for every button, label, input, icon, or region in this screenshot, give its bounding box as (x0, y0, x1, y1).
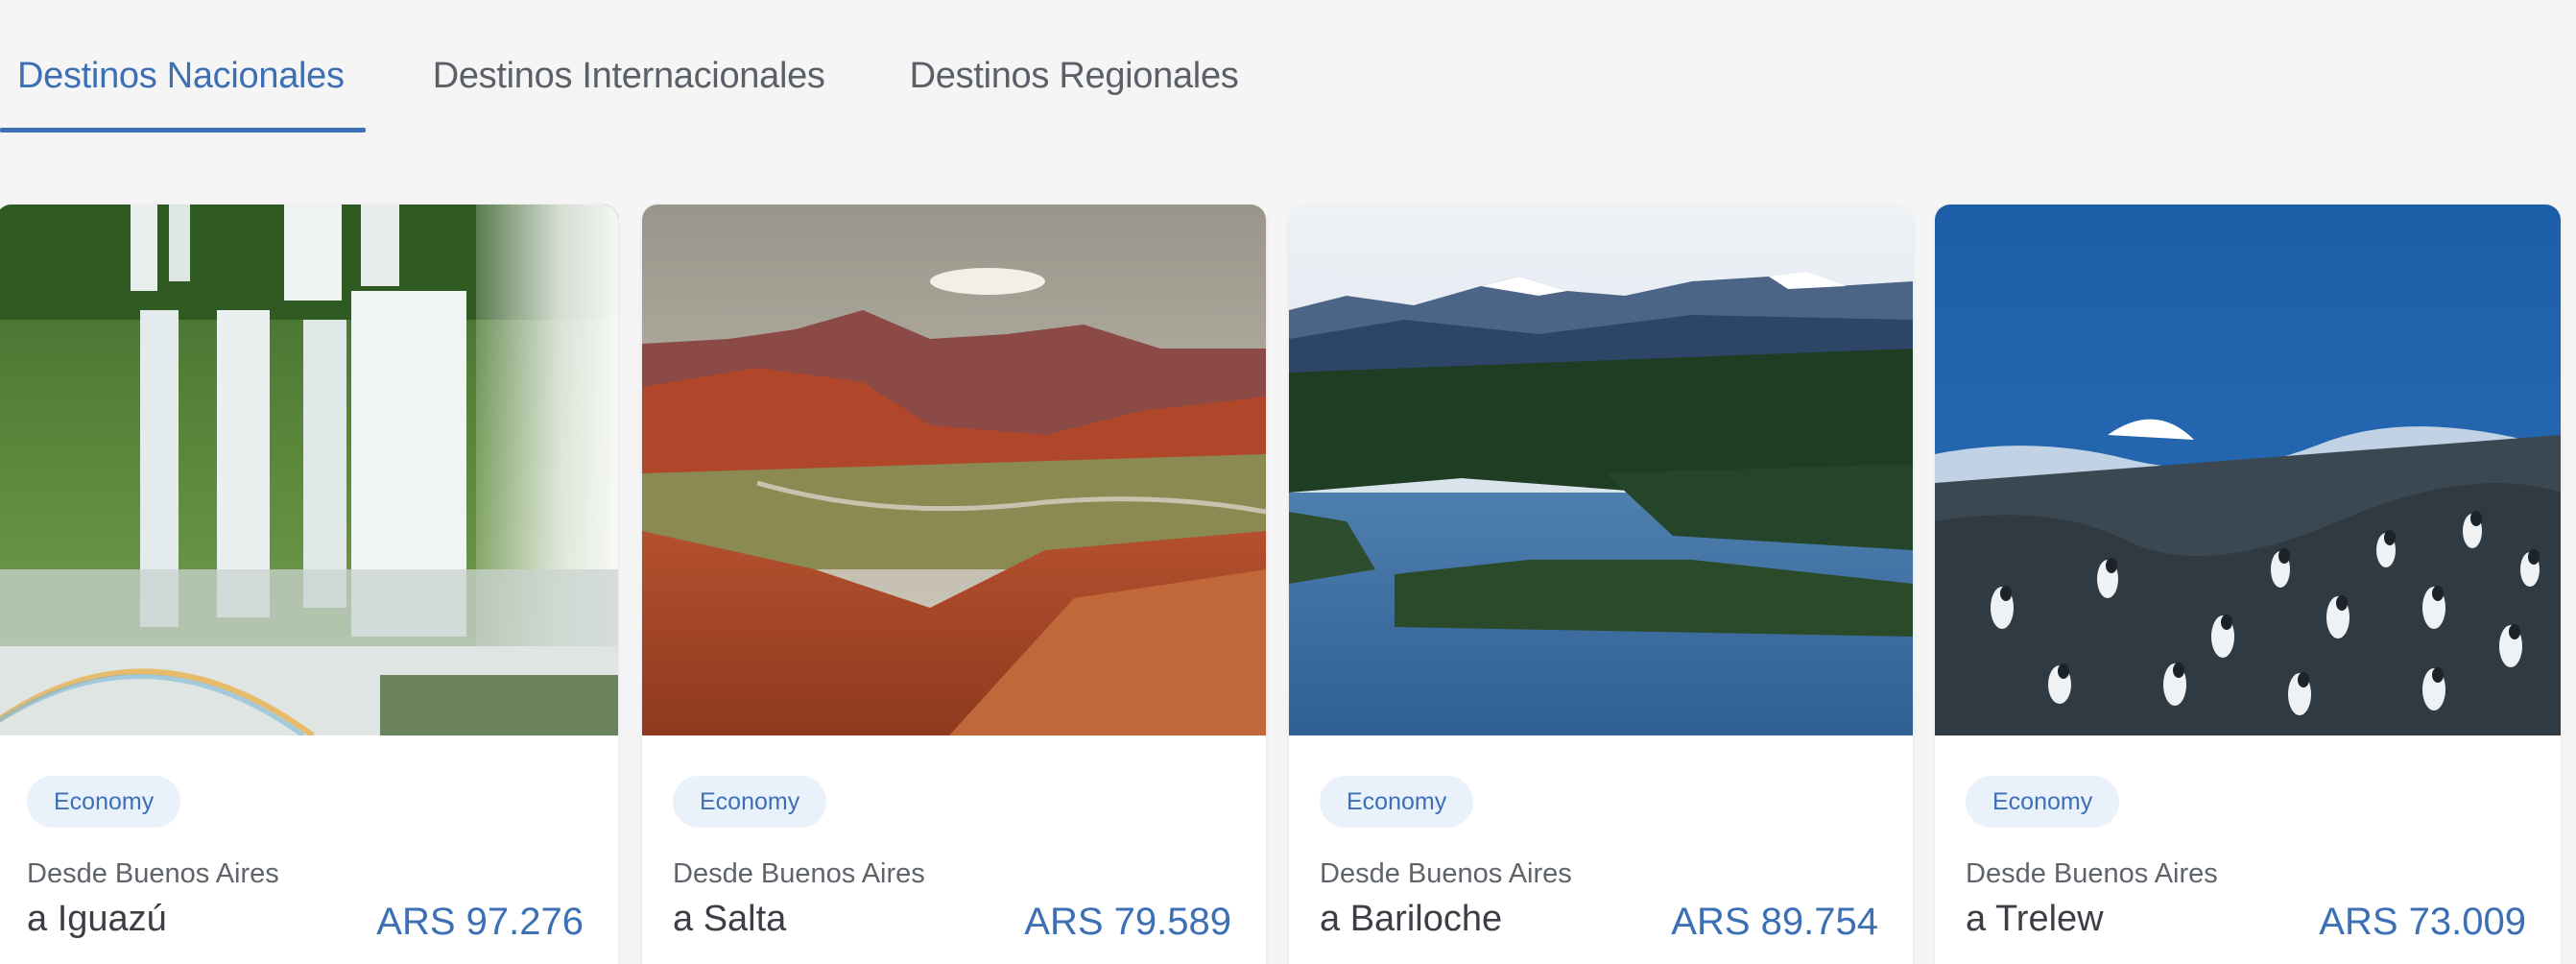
fare-class-badge: Economy (1320, 776, 1474, 828)
card-origin: Desde Buenos Aires (27, 858, 279, 889)
destination-tabs: Destinos Nacionales Destinos Internacion… (0, 48, 1255, 140)
destination-card-trelew[interactable]: Economy Desde Buenos Aires a Trelew ARS … (1935, 205, 2561, 964)
fare-class-badge: Economy (673, 776, 827, 828)
card-destination: a Trelew (1966, 899, 2104, 939)
card-origin: Desde Buenos Aires (673, 858, 925, 889)
card-destination: a Salta (673, 899, 787, 939)
page: Destinos Nacionales Destinos Internacion… (0, 0, 2576, 964)
card-price: ARS 79.589 (1024, 901, 1231, 943)
tab-destinos-regionales[interactable]: Destinos Regionales (893, 48, 1256, 133)
fare-class-badge: Economy (1966, 776, 2120, 828)
destination-card-salta[interactable]: Economy Desde Buenos Aires a Salta ARS 7… (642, 205, 1266, 964)
tab-destinos-nacionales[interactable]: Destinos Nacionales (0, 48, 366, 133)
card-price: ARS 89.754 (1671, 901, 1878, 943)
card-price: ARS 73.009 (2319, 901, 2526, 943)
fare-class-badge: Economy (27, 776, 181, 828)
red-mountains-photo (642, 205, 1266, 735)
destination-card-iguazu[interactable]: Economy Desde Buenos Aires a Iguazú ARS … (0, 205, 618, 964)
waterfall-photo (0, 205, 618, 735)
card-origin: Desde Buenos Aires (1966, 858, 2218, 889)
penguins-coast-photo (1935, 205, 2561, 735)
card-price: ARS 97.276 (376, 901, 584, 943)
destination-cards: Economy Desde Buenos Aires a Iguazú ARS … (0, 205, 2576, 964)
card-destination: a Iguazú (27, 899, 167, 939)
card-destination: a Bariloche (1320, 899, 1503, 939)
tab-destinos-internacionales[interactable]: Destinos Internacionales (416, 48, 843, 133)
lake-forest-photo (1289, 205, 1913, 735)
card-origin: Desde Buenos Aires (1320, 858, 1572, 889)
destination-card-bariloche[interactable]: Economy Desde Buenos Aires a Bariloche A… (1289, 205, 1913, 964)
